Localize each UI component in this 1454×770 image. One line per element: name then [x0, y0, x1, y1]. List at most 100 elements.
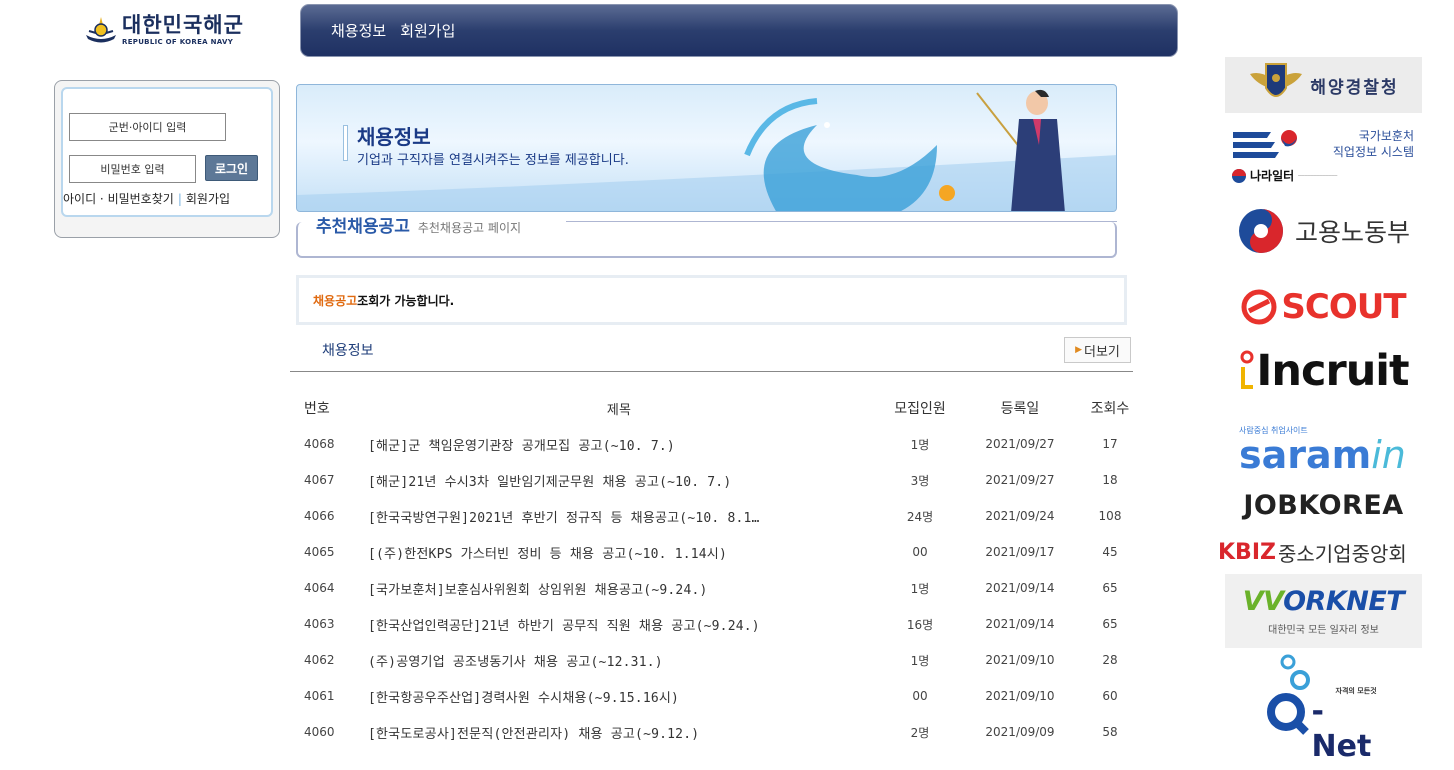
row-number: 4064: [304, 581, 335, 595]
section-header: 추천채용공고 추천채용공고 페이지: [312, 212, 528, 237]
row-date: 2021/09/14: [985, 581, 1055, 595]
table-row[interactable]: 4061 [한국항공우주산업]경력사원 수시채용(~9.15.16시) 00 2021…: [290, 678, 1150, 714]
row-date: 2021/09/09: [985, 725, 1055, 739]
navy-logo[interactable]: 대한민국해군 REPUBLIC OF KOREA NAVY: [84, 10, 260, 50]
moel-label: 고용노동부: [1294, 218, 1410, 247]
gov-jobs-icon: [1232, 168, 1246, 183]
saramin-logo: saramin: [1239, 436, 1406, 474]
saramin-text-b: in: [1371, 432, 1406, 477]
row-date: 2021/09/27: [985, 473, 1055, 487]
row-number: 4060: [304, 725, 335, 739]
row-views: 17: [1102, 437, 1118, 451]
notice-text: 조회가 가능합니다.: [357, 293, 455, 308]
table-header: 번호 제목 모집인원 등록일 조회수: [290, 390, 1150, 426]
logo-english-text: REPUBLIC OF KOREA NAVY: [122, 37, 234, 46]
incruit-dot-icon: [1240, 350, 1254, 389]
kbiz-banner[interactable]: KBIZ 중소기업중앙회: [1218, 532, 1415, 572]
row-number: 4068: [304, 437, 335, 451]
row-recruits: 1명: [910, 653, 930, 668]
row-views: 18: [1102, 473, 1118, 487]
logo-korean-text: 대한민국해군: [122, 12, 244, 37]
notice-highlight: 채용공고: [313, 293, 358, 308]
more-button[interactable]: ▶ 더보기: [1064, 337, 1131, 363]
incruit-banner[interactable]: Incruit: [1225, 340, 1422, 402]
banner-accent-bar: [343, 125, 348, 161]
row-number: 4065: [304, 545, 335, 559]
row-views: 45: [1102, 545, 1118, 559]
banner-title: 채용정보: [357, 125, 431, 149]
banner-subtitle: 기업과 구직자를 연결시켜주는 정보를 제공합니다.: [357, 153, 629, 168]
row-recruits: 00: [912, 689, 928, 703]
job-table: 번호 제목 모집인원 등록일 조회수 4068 [해군]군 책임운영기관장 공개모…: [290, 390, 1150, 750]
password-input[interactable]: 비밀번호 입력: [69, 155, 196, 183]
table-row[interactable]: 4066 [한국국방연구원]2021년 후반기 정규직 등 채용공고(~10. 8…: [290, 498, 1150, 534]
row-title-link[interactable]: (주)공영기업 공조냉동기사 채용 공고(~12.31.): [360, 651, 870, 670]
table-row[interactable]: 4067 [해군]21년 수시3차 일반임기제군무원 채용 공고(~10. 7.)…: [290, 462, 1150, 498]
coast-guard-banner[interactable]: 해양경찰청: [1225, 57, 1422, 113]
join-link[interactable]: 회원가입: [186, 192, 230, 206]
moel-banner[interactable]: 고용노동부: [1225, 200, 1422, 262]
top-navigation: 채용정보 회원가입: [300, 4, 1178, 57]
worknet-banner[interactable]: VVORKNET 대한민국 모든 일자리 정보: [1225, 574, 1422, 648]
row-views: 60: [1102, 689, 1118, 703]
navy-emblem-icon: [86, 17, 116, 43]
worknet-subtitle: 대한민국 모든 일자리 정보: [1268, 625, 1379, 636]
mpva-job-banner[interactable]: 국가보훈처 직업정보 시스템 나라일터 ─────────────: [1225, 116, 1422, 192]
jobkorea-label: JOBKOREA: [1243, 489, 1404, 521]
row-title-link[interactable]: [해군]21년 수시3차 일반임기제군무원 채용 공고(~10. 7.): [360, 471, 870, 490]
table-row[interactable]: 4060 [한국도로공사]전문직(안전관리자) 채용 공고(~9.12.) 2명 20…: [290, 714, 1150, 750]
table-row[interactable]: 4064 [국가보훈처]보훈심사위원회 상임위원 채용공고(~9.24.) 1명 20…: [290, 570, 1150, 606]
row-title-link[interactable]: [(주)한전KPS 가스터빈 정비 등 채용 공고(~10. 1.14시): [360, 543, 870, 562]
row-date: 2021/09/27: [985, 437, 1055, 451]
row-number: 4061: [304, 689, 335, 703]
nav-item-join[interactable]: 회원가입: [400, 20, 455, 41]
table-row[interactable]: 4062 (주)공영기업 공조냉동기사 채용 공고(~12.31.) 1명 2021/…: [290, 642, 1150, 678]
table-row[interactable]: 4068 [해군]군 책임운영기관장 공개모집 공고(~10. 7.) 1명 2021…: [290, 426, 1150, 462]
id-input[interactable]: 군번·아이디 입력: [69, 113, 226, 141]
table-row[interactable]: 4065 [(주)한전KPS 가스터빈 정비 등 채용 공고(~10. 1.14시…: [290, 534, 1150, 570]
id-placeholder: 군번·아이디 입력: [108, 121, 187, 134]
nara-tagline: ─────────────: [1298, 172, 1338, 179]
row-title-link[interactable]: [한국도로공사]전문직(안전관리자) 채용 공고(~9.12.): [360, 723, 870, 742]
row-date: 2021/09/10: [985, 689, 1055, 703]
nav-item-jobs[interactable]: 채용정보: [331, 20, 386, 41]
login-button[interactable]: 로그인: [205, 155, 258, 181]
login-links: 아이디 · 비밀번호찾기 | 회원가입: [63, 190, 230, 207]
page-banner: 채용정보 기업과 구직자를 연결시켜주는 정보를 제공합니다.: [296, 84, 1117, 212]
scout-banner[interactable]: SCOUT: [1225, 282, 1422, 332]
more-label: 더보기: [1084, 344, 1120, 360]
link-separator: |: [177, 192, 182, 206]
qnet-banner[interactable]: 자격의 모든것 -Net: [1225, 652, 1422, 764]
mpva-logo-icon: [1233, 130, 1297, 158]
row-date: 2021/09/24: [985, 509, 1055, 523]
row-recruits: 3명: [910, 473, 930, 488]
section-title: 추천채용공고: [316, 217, 410, 237]
row-title-link[interactable]: [해군]군 책임운영기관장 공개모집 공고(~10. 7.): [360, 435, 870, 454]
row-recruits: 00: [912, 545, 928, 559]
find-account-link[interactable]: 아이디 · 비밀번호찾기: [63, 192, 174, 206]
row-recruits: 1명: [910, 437, 930, 452]
row-views: 108: [1098, 509, 1122, 523]
login-panel: 군번·아이디 입력 비밀번호 입력 로그인 아이디 · 비밀번호찾기 | 회원가입: [54, 80, 280, 238]
row-title-link[interactable]: [한국산업인력공단]21년 하반기 공무직 직원 채용 공고(~9.24.): [360, 615, 870, 634]
worknet-logo: VVORKNET: [1243, 586, 1405, 617]
row-date: 2021/09/10: [985, 653, 1055, 667]
section-subtitle: 추천채용공고 페이지: [417, 221, 522, 235]
saramin-banner[interactable]: 사람중심 취업사이트 saramin: [1225, 416, 1422, 482]
row-title-link[interactable]: [한국항공우주산업]경력사원 수시채용(~9.15.16시): [360, 687, 870, 706]
row-title-link[interactable]: [한국국방연구원]2021년 후반기 정규직 등 채용공고(~10. 8.1…: [360, 507, 870, 526]
section-top-line: [566, 221, 1117, 222]
coast-guard-label: 해양경찰청: [1310, 77, 1399, 98]
row-title-link[interactable]: [국가보훈처]보훈심사위원회 상임위원 채용공고(~9.24.): [360, 579, 870, 598]
col-number: 번호: [304, 401, 330, 417]
table-row[interactable]: 4063 [한국산업인력공단]21년 하반기 공무직 직원 채용 공고(~9.24…: [290, 606, 1150, 642]
row-views: 28: [1102, 653, 1118, 667]
col-views: 조회수: [1090, 401, 1130, 417]
row-date: 2021/09/17: [985, 545, 1055, 559]
row-recruits: 1명: [910, 581, 930, 596]
row-recruits: 24명: [906, 509, 934, 524]
row-number: 4067: [304, 473, 335, 487]
row-views: 58: [1102, 725, 1118, 739]
incruit-label: Incruit: [1256, 346, 1409, 396]
jobkorea-banner[interactable]: JOBKOREA: [1225, 486, 1422, 524]
